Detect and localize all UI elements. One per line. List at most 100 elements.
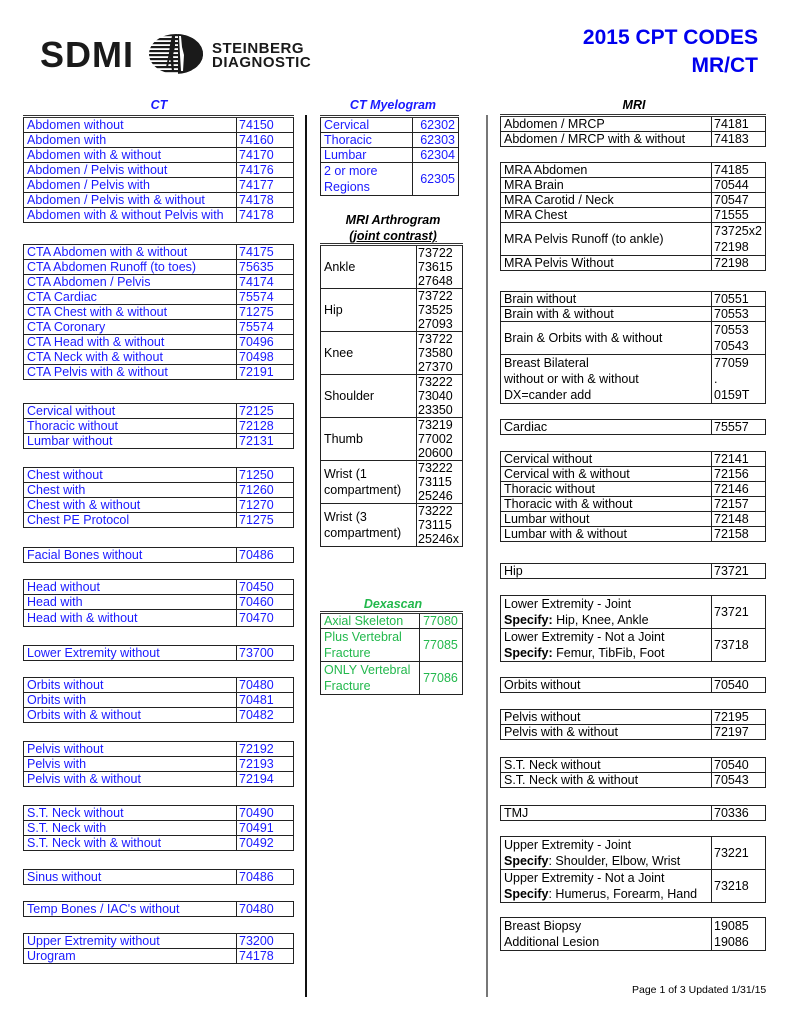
cpt-code-stack: 73722 73615 27648 [415, 244, 464, 289]
ct-code-row: Orbits with 70481 [23, 692, 294, 708]
cpt-code: 70498 [236, 349, 294, 365]
cpt-code-stack: 73722 73525 27093 [415, 288, 464, 332]
mri-code-row: MRA Chest 71555 [500, 207, 766, 223]
cpt-code: 70486 [236, 547, 294, 563]
procedure-name: S.T. Neck with [23, 820, 237, 836]
procedure-name: MRA Brain [500, 177, 712, 193]
cpt-code: 72148 [711, 511, 766, 527]
procedure-name: Lower Extremity without [23, 645, 237, 661]
procedure-name-line: DX=cander add [504, 388, 592, 402]
cpt-code: 77085 [419, 628, 463, 662]
cpt-code: 73525 [418, 303, 453, 317]
ct-code-row: S.T. Neck without 70490 [23, 805, 294, 821]
mri-code-row: Abdomen / MRCP with & without 74183 [500, 131, 766, 147]
cpt-code: 73721 [711, 595, 766, 629]
ct-code-row: Orbits without 70480 [23, 677, 294, 693]
mri-code-row: Brain with & without 70553 [500, 306, 766, 322]
procedure-name: Plus Vertebral Fracture [320, 628, 420, 662]
mri-code-table: Hip 73721 [500, 563, 766, 579]
procedure-name: Thoracic without [23, 418, 237, 434]
cpt-code: 70540 [711, 677, 766, 693]
cpt-code: 70496 [236, 334, 294, 350]
cpt-code: 73725x2 72198 [711, 222, 766, 256]
mri-code-row: Upper Extremity - Not a Joint Specify: Hu… [500, 869, 766, 903]
mri-code-row: MRA Abdomen 74185 [500, 162, 766, 178]
dexascan-row: Plus Vertebral Fracture 77085 [320, 628, 463, 662]
ct-myelogram-table: Cervical 62302 Thoracic 62303 Lumbar 62304 2 o… [320, 115, 459, 196]
mri-code-table: S.T. Neck without 70540 S.T. Neck with & w… [500, 757, 766, 788]
procedure-name: CTA Head with & without [23, 334, 237, 350]
cpt-code: 72192 [236, 741, 294, 757]
cpt-code: 70553 70543 [711, 321, 766, 355]
cpt-code: 62305 [412, 162, 459, 196]
procedure-name: MRA Pelvis Runoff (to ankle) [500, 222, 712, 256]
cpt-code: 71260 [236, 482, 294, 498]
procedure-name: Head with & without [23, 609, 237, 627]
cpt-code: 70460 [236, 594, 294, 610]
cpt-code: 73722 [418, 332, 453, 346]
procedure-name-text: Upper Extremity - Joint [504, 838, 632, 852]
mri-code-table: Cardiac 75557 [500, 419, 766, 435]
cpt-code: 77002 [418, 432, 453, 446]
cpt-code: 75574 [236, 289, 294, 305]
ct-code-table: Head without 70450 Head with 70460 Head with… [23, 579, 294, 627]
cpt-code: 72191 [236, 364, 294, 380]
mri-arthrogram-row: Wrist (1 compartment) 73222 73115 25246 [320, 460, 464, 504]
ct-code-row: Abdomen with 74160 [23, 132, 294, 148]
cpt-code: 74170 [236, 147, 294, 163]
procedure-name: Cervical [320, 116, 413, 133]
procedure-name: Head without [23, 579, 237, 595]
ct-code-row: CTA Cardiac 75574 [23, 289, 294, 305]
cpt-code: 74176 [236, 162, 294, 178]
logo-subtitle-line2: DIAGNOSTIC [212, 54, 312, 71]
procedure-name-line: Additional Lesion [504, 935, 600, 949]
procedure-name: Cervical with & without [500, 466, 712, 482]
mri-code-row: Abdomen / MRCP 74181 [500, 115, 766, 132]
ct-code-table: Sinus without 70486 [23, 869, 294, 885]
procedure-name: Abdomen with & without Pelvis with [23, 207, 237, 223]
procedure-name: CTA Coronary [23, 319, 237, 335]
cpt-code: 72194 [236, 771, 294, 787]
cpt-code: 27370 [418, 360, 453, 374]
cpt-code: 73222 [418, 375, 453, 389]
procedure-name: Lumbar without [23, 433, 237, 449]
procedure-name: CTA Abdomen Runoff (to toes) [23, 259, 237, 275]
procedure-name: Orbits without [23, 677, 237, 693]
cpt-code-line: 19085 [714, 919, 749, 933]
ct-code-table: Pelvis without 72192 Pelvis with 72193 Pelvi… [23, 741, 294, 787]
dexascan-row: ONLY Vertebral Fracture 77086 [320, 661, 463, 695]
cpt-code: 71250 [236, 467, 294, 483]
mri-code-table: TMJ 70336 [500, 805, 766, 821]
procedure-name: 2 or more Regions [320, 162, 413, 196]
procedure-name: CTA Abdomen with & without [23, 244, 237, 260]
ct-myelogram-row: Cervical 62302 [320, 116, 459, 133]
page-footer: Page 1 of 3 Updated 1/31/15 [632, 984, 767, 996]
cpt-code: 71275 [236, 512, 294, 528]
cpt-code: 72128 [236, 418, 294, 434]
mri-code-row: Breast Bilateral without or with & withou… [500, 354, 766, 404]
ct-code-table: Facial Bones without 70486 [23, 547, 294, 563]
mri-code-row: Cardiac 75557 [500, 419, 766, 435]
procedure-name: Upper Extremity - Not a Joint Specify: Hu… [500, 869, 712, 903]
mri-code-table: Cervical without 72141 Cervical with & wit… [500, 451, 766, 542]
procedure-name: Head with [23, 594, 237, 610]
cpt-code: 70481 [236, 692, 294, 708]
specify-line: Specify: Shoulder, Elbow, Wrist [504, 853, 708, 869]
mri-arthrogram-row: Knee 73722 73580 27370 [320, 331, 464, 375]
mri-arthrogram-title-line1: MRI Arthrogram [345, 213, 441, 227]
cpt-code: 73115 [418, 518, 452, 532]
mri-code-row: Lower Extremity - Joint Specify: Hip, Kne… [500, 595, 766, 629]
procedure-name: Brain & Orbits with & without [500, 321, 712, 355]
ct-code-row: Upper Extremity without 73200 [23, 933, 294, 949]
procedure-name: Pelvis without [23, 741, 237, 757]
cpt-code: 77086 [419, 661, 463, 695]
cpt-code: 74175 [236, 244, 294, 260]
dexascan-row: Axial Skeleton 77080 [320, 612, 463, 629]
page-subtitle: MR/CT [691, 54, 759, 77]
cpt-code: 74178 [236, 192, 294, 208]
mri-code-row: Cervical with & without 72156 [500, 466, 766, 482]
ct-code-row: Abdomen with & without 74170 [23, 147, 294, 163]
ct-code-table: Chest without 71250 Chest with 71260 Chest w… [23, 467, 294, 528]
procedure-name: Lumbar without [500, 511, 712, 527]
specify-text: Femur, TibFib, Foot [552, 646, 665, 660]
